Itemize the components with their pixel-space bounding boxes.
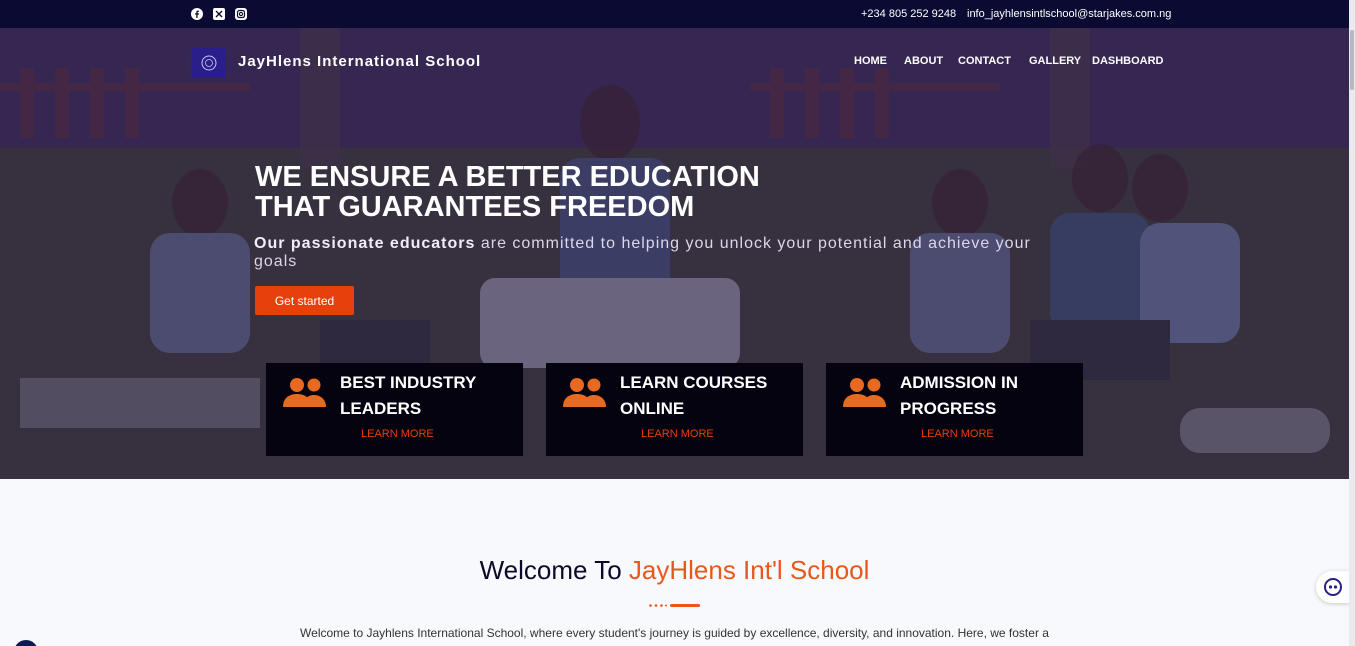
brand-name[interactable]: JayHlens International School: [238, 53, 481, 70]
email-address[interactable]: info_jayhlensintlschool@starjakes.com.ng: [967, 7, 1171, 21]
hero-headline-line-1: WE ENSURE A BETTER EDUCATION: [255, 161, 760, 193]
welcome-paragraph: Welcome to Jayhlens International School…: [300, 626, 1049, 640]
hero-headline: WE ENSURE A BETTER EDUCATION THAT GUARAN…: [255, 162, 760, 222]
corner-widget[interactable]: [14, 640, 38, 646]
welcome-heading: Welcome To JayHlens Int'l School: [0, 555, 1349, 586]
users-icon: [283, 378, 326, 407]
chat-bot-icon: [1324, 578, 1342, 596]
welcome-heading-highlight: JayHlens Int'l School: [628, 555, 870, 585]
scrollbar-thumb[interactable]: [1350, 30, 1354, 90]
welcome-heading-prefix: Welcome To: [479, 555, 629, 585]
feature-title: ADMISSION IN PROGRESS: [900, 373, 1019, 418]
learn-more-link[interactable]: LEARN MORE: [921, 428, 994, 440]
nav-contact[interactable]: CONTACT: [958, 55, 1011, 67]
nav-dashboard[interactable]: DASHBOARD: [1092, 55, 1164, 67]
nav-home[interactable]: HOME: [854, 55, 887, 67]
feature-title: LEARN COURSES ONLINE: [620, 373, 768, 418]
feature-card-industry-leaders: BEST INDUSTRY LEADERS LEARN MORE: [266, 363, 523, 456]
nav-gallery[interactable]: GALLERY: [1029, 55, 1081, 67]
page-scrollbar[interactable]: [1349, 0, 1355, 646]
users-icon: [563, 378, 606, 407]
hero-headline-line-2: THAT GUARANTEES FREEDOM: [255, 191, 695, 223]
nav-about[interactable]: ABOUT: [904, 55, 943, 67]
top-bar: +234 805 252 9248 info_jayhlensintlschoo…: [0, 0, 1355, 28]
facebook-icon[interactable]: [190, 7, 204, 21]
feature-card-courses-online: LEARN COURSES ONLINE LEARN MORE: [546, 363, 803, 456]
divider-dots: [649, 604, 667, 607]
phone-number[interactable]: +234 805 252 9248: [861, 7, 956, 21]
hero-section: JayHlens International School HOME ABOUT…: [0, 28, 1349, 479]
learn-more-link[interactable]: LEARN MORE: [361, 428, 434, 440]
feature-title: BEST INDUSTRY LEADERS: [340, 373, 477, 418]
hero-subheadline: Our passionate educators are committed t…: [254, 235, 1074, 271]
instagram-icon[interactable]: [234, 7, 248, 21]
hero-sub-bold: Our passionate educators: [254, 235, 476, 252]
get-started-button[interactable]: Get started: [255, 286, 354, 315]
feature-card-admission: ADMISSION IN PROGRESS LEARN MORE: [826, 363, 1083, 456]
school-logo[interactable]: [191, 48, 226, 78]
divider-line: [670, 604, 700, 607]
chat-widget-button[interactable]: [1316, 571, 1350, 603]
users-icon: [843, 378, 886, 407]
learn-more-link[interactable]: LEARN MORE: [641, 428, 714, 440]
x-twitter-icon[interactable]: [212, 7, 226, 21]
